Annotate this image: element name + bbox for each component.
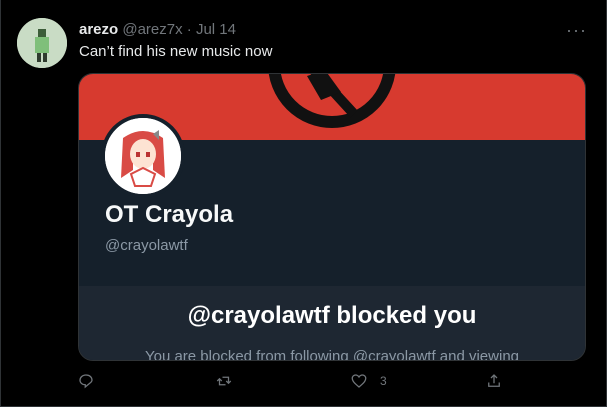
user-avatar[interactable] <box>17 18 67 68</box>
tweet-date[interactable]: Jul 14 <box>196 21 236 38</box>
author-name[interactable]: arezo <box>79 21 118 38</box>
share-icon <box>488 374 500 387</box>
anime-avatar-icon <box>105 118 181 194</box>
share-button[interactable] <box>485 372 503 390</box>
avatar-figure-icon <box>17 18 67 68</box>
blocked-description: You are blocked from following @crayolaw… <box>144 348 520 361</box>
retweet-icon <box>216 376 232 386</box>
like-button[interactable]: 3 <box>350 372 387 390</box>
reply-button[interactable] <box>77 372 95 390</box>
reply-icon <box>79 374 93 389</box>
more-options-icon[interactable]: ··· <box>566 20 587 41</box>
heart-icon <box>351 374 367 388</box>
profile-handle[interactable]: @crayolawtf <box>105 237 188 254</box>
tweet-text: Can’t find his new music now <box>79 43 273 60</box>
profile-card[interactable]: OT Crayola @crayolawtf @crayolawtf block… <box>78 73 586 361</box>
blocked-title: @crayolawtf blocked you <box>187 302 477 329</box>
profile-picture[interactable] <box>101 114 185 198</box>
separator-dot: · <box>186 21 192 38</box>
retweet-button[interactable] <box>215 372 233 390</box>
author-handle[interactable]: @arez7x <box>122 21 182 38</box>
profile-display-name[interactable]: OT Crayola <box>105 201 233 229</box>
tweet-header: arezo @arez7x · Jul 14 <box>79 21 236 38</box>
tweet[interactable]: arezo @arez7x · Jul 14 ··· Can’t find hi… <box>0 0 607 407</box>
like-count: 3 <box>380 374 387 388</box>
tweet-actions: 3 <box>77 372 507 392</box>
blocked-notice: @crayolawtf blocked you You are blocked … <box>79 286 585 360</box>
